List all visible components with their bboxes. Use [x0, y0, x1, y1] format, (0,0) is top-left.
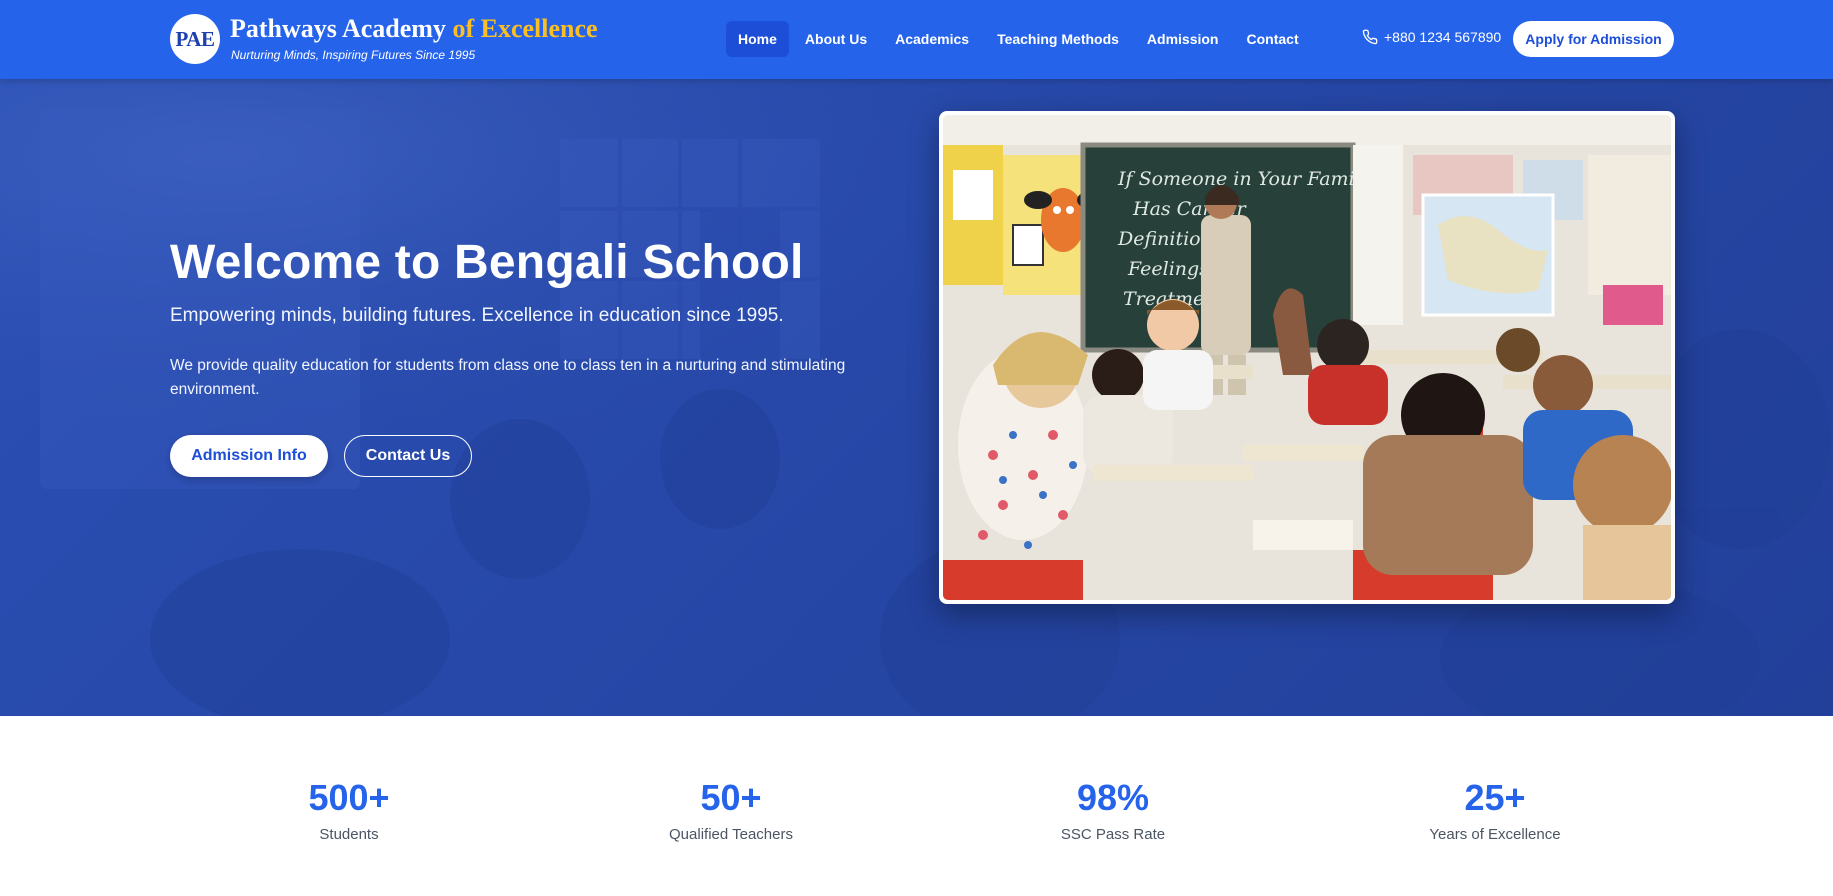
hero-section: Welcome to Bengali School Empowering min…: [0, 79, 1833, 716]
chalkboard-line-1: If Someone in Your Family: [1117, 168, 1372, 190]
stat-value: 500+: [308, 777, 390, 818]
stat-years: 25+ Years of Excellence: [1345, 777, 1645, 844]
nav-admission[interactable]: Admission: [1135, 21, 1231, 57]
logo-initials: PAE: [175, 26, 215, 51]
nav-home[interactable]: Home: [726, 21, 789, 57]
phone-contact[interactable]: +880 1234 567890: [1362, 29, 1501, 45]
chalkboard-line-4: Feelings: [1127, 258, 1209, 280]
brand-accent: of Excellence: [452, 14, 598, 43]
nav-about-us[interactable]: About Us: [793, 21, 879, 57]
stats-section: 500+ Students 50+ Qualified Teachers 98%…: [0, 716, 1833, 896]
stat-pass-rate: 98% SSC Pass Rate: [963, 777, 1263, 844]
stat-teachers: 50+ Qualified Teachers: [581, 777, 881, 844]
contact-us-button[interactable]: Contact Us: [344, 435, 472, 477]
logo-badge[interactable]: PAE: [170, 14, 220, 64]
stat-value: 50+: [700, 777, 762, 818]
admission-info-button[interactable]: Admission Info: [170, 435, 328, 477]
main-nav: Home About Us Academics Teaching Methods…: [726, 21, 1315, 57]
stat-label: Years of Excellence: [1429, 826, 1561, 843]
nav-teaching-methods[interactable]: Teaching Methods: [985, 21, 1131, 57]
stat-label: Students: [319, 826, 379, 843]
stat-label: SSC Pass Rate: [1060, 826, 1166, 843]
hero-description: We provide quality education for student…: [170, 357, 846, 398]
stat-students: 500+ Students: [199, 777, 499, 844]
classroom-photo: If Someone in Your Family Has Cancer Def…: [939, 111, 1675, 604]
brand-title[interactable]: Pathways Academy of Excellence: [230, 14, 598, 44]
phone-number: +880 1234 567890: [1384, 29, 1502, 45]
apply-for-admission-button[interactable]: Apply for Admission: [1513, 21, 1674, 57]
phone-icon: [1362, 29, 1378, 45]
nav-contact[interactable]: Contact: [1235, 21, 1311, 57]
brand-name: Pathways Academy: [230, 14, 446, 43]
nav-academics[interactable]: Academics: [883, 21, 981, 57]
stat-label: Qualified Teachers: [669, 826, 793, 843]
classroom-illustration: If Someone in Your Family Has Cancer Def…: [943, 115, 1671, 600]
chalkboard-line-3: Definition: [1117, 228, 1213, 250]
hero-subtitle: Empowering minds, building futures. Exce…: [170, 305, 784, 326]
hero-title: Welcome to Bengali School: [170, 236, 804, 289]
stat-value: 25+: [1464, 777, 1526, 818]
brand-tagline: Nurturing Minds, Inspiring Futures Since…: [231, 48, 476, 62]
site-header: PAE Pathways Academy of Excellence Nurtu…: [0, 0, 1833, 79]
stat-value: 98%: [1076, 777, 1150, 818]
